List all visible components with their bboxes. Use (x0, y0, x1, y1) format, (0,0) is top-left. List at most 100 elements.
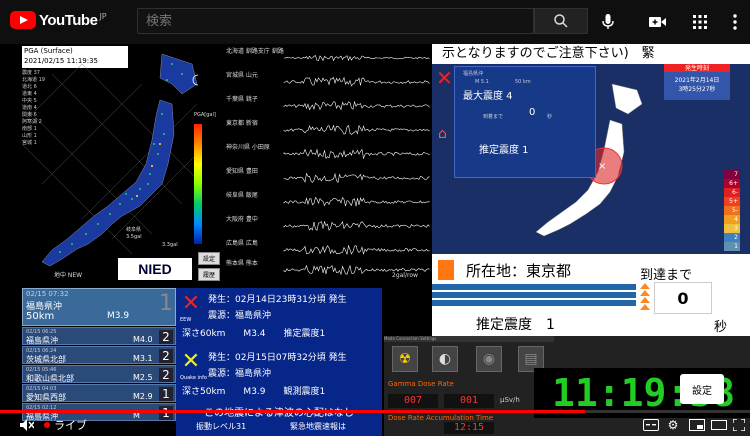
search-bar (137, 8, 588, 34)
device-icon[interactable]: ◉ (476, 346, 502, 372)
logo-region: JP (99, 11, 107, 21)
list-item[interactable]: 02/15 07:32 福島県沖 50km M3.9 1 (22, 288, 176, 326)
eq-intensity: 1 (159, 291, 173, 316)
toggle-icon[interactable]: ◐ (432, 346, 458, 372)
list-item[interactable]: 02/15 04:03 愛知県西部 M2.9 1 (22, 384, 176, 402)
arrow-up-icon (640, 304, 650, 310)
waveform-trace (283, 244, 430, 255)
home-icon: ⌂ (438, 126, 447, 142)
station-label: 千葉県 銚子 (226, 96, 258, 103)
waveform-trace (283, 196, 430, 207)
live-dot-icon (44, 422, 50, 428)
settings-popup[interactable]: 設定 (680, 374, 724, 404)
location-marker (438, 260, 454, 280)
intensity-scale: 7 6+ 6- 5+ 5- 4 3 2 1 (724, 170, 740, 251)
eew-x-icon: ✕ (181, 290, 201, 316)
create-video-icon[interactable] (648, 12, 668, 32)
station-label: 熊本県 熊本 (226, 260, 258, 267)
eq-mag: M3.1 (133, 354, 153, 363)
eq-place: 福島県沖 (26, 336, 58, 345)
eq-depth: 50km (26, 311, 55, 322)
eew-detail: 深さ60km M3.4 推定震度1 (182, 329, 326, 339)
captions-icon[interactable] (642, 416, 660, 434)
quake-origin: 発生：02月15日07時32分頃 発生 (208, 353, 347, 363)
location-panel: 所在地：東京都 推定震度 1 到達まで 0 秒 (432, 254, 750, 336)
arrive-countdown: 0 (654, 282, 712, 314)
max-intensity: 最大震度 4 (463, 91, 513, 102)
list-item[interactable]: 02/15 06:24 茨城県北部 M3.1 2 (22, 346, 176, 364)
progress-fill (0, 410, 585, 413)
location-text: 所在地：東京都 (466, 261, 572, 280)
eew-origin: 発生：02月14日23時31分頃 発生 (208, 295, 347, 305)
station-label: 宮城県 山元 (226, 72, 258, 79)
pga-color-scale (194, 124, 202, 244)
eew-x-icon: ✕ (436, 66, 453, 90)
eq-date: 02/15 07:32 (26, 290, 69, 298)
pga-map-panel: PGA (Surface) 2021/02/15 11:19:35 震度 37 … (22, 44, 220, 284)
intensity-level: 4 (724, 215, 740, 224)
intensity-level: 3 (724, 224, 740, 233)
location-intensity: 推定震度 1 (476, 317, 555, 333)
player-controls: ライブ ⚙ (0, 414, 750, 436)
quake-tag: Quake info (180, 375, 207, 381)
search-icon (554, 14, 568, 28)
video-player[interactable]: PGA (Surface) 2021/02/15 11:19:35 震度 37 … (0, 44, 750, 436)
live-label[interactable]: ライブ (54, 417, 87, 433)
scale-title: PGA[gal] (194, 112, 216, 118)
dose-rate-label: Gamma Dose Rate (388, 380, 454, 388)
dose-digits: 007 (388, 394, 438, 408)
eew-alert-panel: 示となりますのでご注意下さい) 緊 × 福島県沖 50 km M 5.1 最大震… (432, 44, 750, 254)
mic-icon[interactable] (598, 12, 618, 32)
arrow-up-icon (640, 283, 650, 289)
eq-intensity: 1 (159, 387, 173, 401)
arrow-up-icon (640, 297, 650, 303)
eew-tag: EEW (180, 317, 192, 323)
search-button[interactable] (534, 8, 588, 34)
history-button[interactable]: 履歴 (198, 268, 220, 281)
svg-text:×: × (598, 161, 606, 172)
miniplayer-icon[interactable] (688, 416, 706, 434)
volume-muted-icon[interactable] (18, 416, 36, 434)
seconds-label: 秒 (714, 320, 728, 335)
eq-mag: M3.9 (107, 311, 130, 321)
waveform-trace (283, 76, 430, 87)
theater-mode-icon[interactable] (710, 416, 728, 434)
settings-gear-icon[interactable]: ⚙ (664, 416, 682, 434)
waveform-traces (283, 55, 430, 276)
origin-date: 2021年2月14日 (674, 77, 720, 84)
progress-bar (432, 292, 636, 298)
list-item[interactable]: 02/15 06:25 福島県沖 M4.0 2 (22, 327, 176, 345)
dose-unit: μSv/h (500, 396, 520, 404)
logo-text: YouTube (39, 11, 98, 29)
more-vert-icon[interactable] (725, 12, 745, 32)
progress-bar[interactable] (0, 410, 750, 413)
fullscreen-icon[interactable] (730, 416, 748, 434)
arrive-value: 0 (529, 107, 536, 118)
youtube-logo[interactable]: YouTube JP (10, 11, 107, 29)
eq-mag: M4.0 (133, 335, 153, 344)
nied-logo: NIED (118, 258, 192, 280)
apps-grid-icon[interactable] (690, 12, 710, 32)
radiation-icon[interactable]: ☢ (392, 346, 418, 372)
intensity-level: 5+ (724, 197, 740, 206)
intensity-level: 1 (724, 242, 740, 251)
station-label: 大阪府 豊中 (226, 216, 258, 223)
estimated-intensity: 推定震度 1 (479, 145, 529, 156)
station-label: 北海道 釧路支庁 釧路 (226, 48, 284, 55)
settings-button[interactable]: 設定 (198, 252, 220, 265)
waveform-trace (283, 220, 430, 231)
eq-intensity: 2 (159, 368, 173, 382)
station-label: 広島県 広島 (226, 240, 258, 247)
eew-block: ✕ EEW 発生：02月14日23時31分頃 発生 震源：福島県沖 深さ60km… (176, 290, 382, 348)
origin-time-box: 2021年2月14日 3時25分27秒 (664, 72, 730, 100)
list-item[interactable]: 02/15 05:46 和歌山県北部 M2.5 2 (22, 365, 176, 383)
eew-epicenter: 震源：福島県沖 (208, 311, 272, 321)
wave-progress-bars (432, 284, 636, 314)
progress-bar (432, 284, 636, 290)
japan-map (22, 53, 198, 267)
gamma-tabs[interactable]: Mode Connection Settings (384, 336, 554, 342)
eq-mag: M2.9 (133, 392, 153, 401)
search-input[interactable] (137, 8, 534, 34)
intensity-level: 6+ (724, 179, 740, 188)
waveform-trace (283, 148, 430, 160)
